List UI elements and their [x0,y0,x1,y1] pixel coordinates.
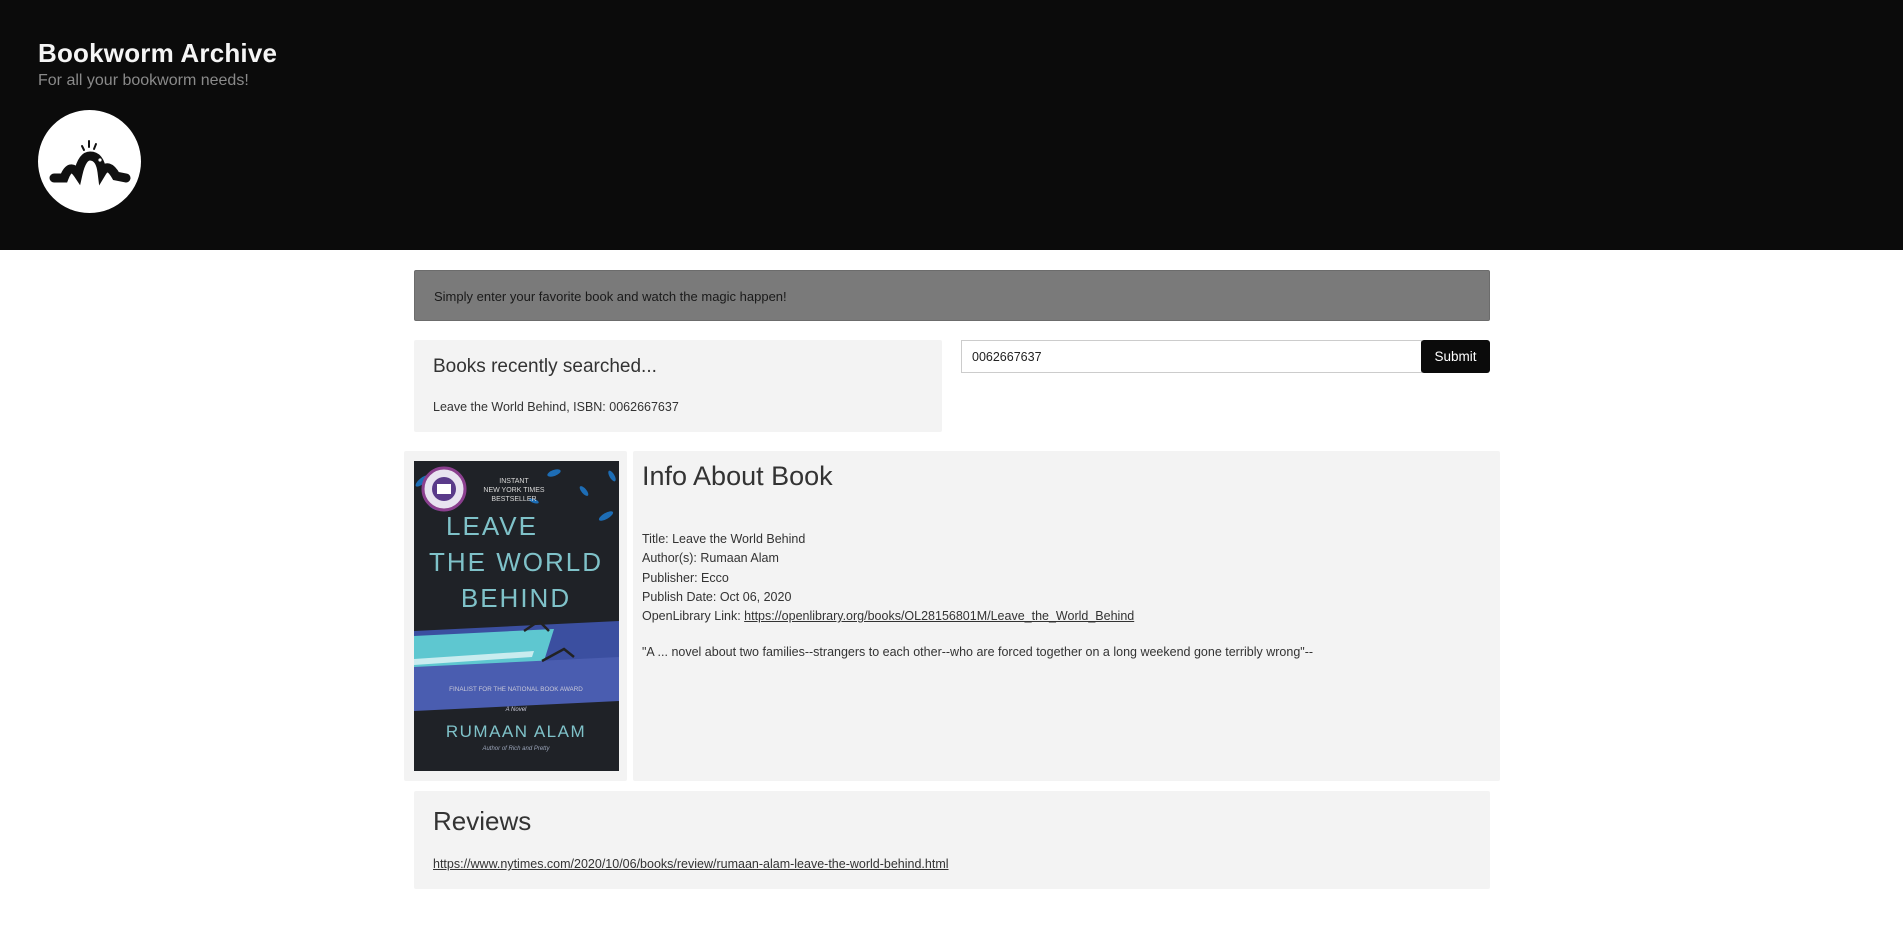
reviews-title: Reviews [433,806,532,836]
cover-tagline: Author of Rich and Pretty [481,746,550,752]
cover-badge-line-2: NEW YORK TIMES [483,487,545,494]
book-authors-line: Author(s): Rumaan Alam [642,551,779,566]
book-cover-panel: INSTANT NEW YORK TIMES BESTSELLER LEAVE … [404,451,627,781]
book-publish-date-line: Publish Date: Oct 06, 2020 [642,589,792,604]
cover-subtitle: A Novel [505,707,527,713]
cover-title-line-3: BEHIND [461,583,571,613]
openlibrary-line: OpenLibrary Link: https://openlibrary.or… [642,607,1134,626]
book-description: "A ... novel about two families--strange… [642,645,1314,659]
book-info-details: Title: Leave the World Behind Author(s):… [642,530,1134,626]
cover-badge-line-1: INSTANT [499,478,529,485]
book-cover-image: INSTANT NEW YORK TIMES BESTSELLER LEAVE … [414,461,619,771]
cover-badge-line-3: BESTSELLER [491,496,536,503]
site-title: Bookworm Archive [38,38,278,68]
recent-searches-title: Books recently searched... [433,356,657,377]
submit-button[interactable]: Submit [1421,340,1490,373]
info-banner: Simply enter your favorite book and watc… [414,270,1490,321]
reviews-panel: Reviews https://www.nytimes.com/2020/10/… [414,791,1490,889]
book-info-panel: Info About Book Title: Leave the World B… [633,451,1500,781]
review-link[interactable]: https://www.nytimes.com/2020/10/06/books… [433,857,949,871]
bookworm-logo-icon [38,110,141,213]
site-tagline: For all your bookworm needs! [38,72,249,89]
isbn-search-input[interactable] [961,340,1422,373]
cover-finalist: FINALIST FOR THE NATIONAL BOOK AWARD [449,686,583,693]
cover-author: RUMAAN ALAM [446,722,586,741]
book-info-title: Info About Book [642,461,833,491]
cover-title-line-2: THE WORLD [429,547,603,577]
openlibrary-link[interactable]: https://openlibrary.org/books/OL28156801… [744,609,1134,623]
openlibrary-label: OpenLibrary Link: [642,609,745,624]
book-publisher-line: Publisher: Ecco [642,570,729,585]
recent-searches-panel: Books recently searched... Leave the Wor… [414,340,942,432]
cover-title-line-1: LEAVE [446,511,538,541]
book-title-line: Title: Leave the World Behind [642,532,806,546]
banner-text: Simply enter your favorite book and watc… [434,289,787,304]
site-header: Bookworm Archive For all your bookworm n… [0,0,1903,250]
recent-search-item[interactable]: Leave the World Behind, ISBN: 0062667637 [433,400,679,414]
